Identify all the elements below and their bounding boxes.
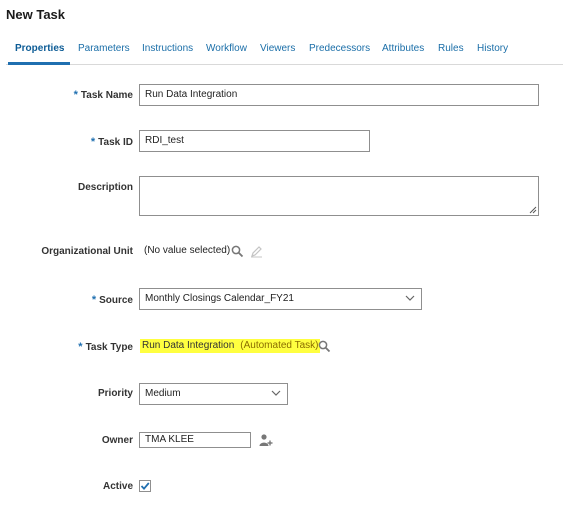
task-type-name: Run Data Integration xyxy=(142,340,235,351)
source-label: * Source xyxy=(92,294,133,306)
task-name-input[interactable]: Run Data Integration xyxy=(139,84,539,106)
description-textarea[interactable] xyxy=(139,176,539,216)
task-name-label-text: Task Name xyxy=(80,90,133,101)
tab-rules[interactable]: Rules xyxy=(438,43,464,54)
required-marker: * xyxy=(90,136,96,148)
required-marker: * xyxy=(78,341,83,353)
tab-workflow[interactable]: Workflow xyxy=(206,43,247,54)
task-id-input[interactable]: RDI_test xyxy=(139,130,370,152)
source-select[interactable]: Monthly Closings Calendar_FY21 xyxy=(139,288,422,310)
required-marker: * xyxy=(91,294,97,306)
tab-bar: Properties Parameters Instructions Workf… xyxy=(0,36,563,64)
source-select-value: Monthly Closings Calendar_FY21 xyxy=(145,293,294,304)
task-type-qualifier: (Automated Task) xyxy=(240,340,319,351)
org-unit-value: (No value selected) xyxy=(144,245,231,256)
priority-select-value: Medium xyxy=(145,388,181,399)
owner-label: Owner xyxy=(101,435,133,446)
tab-properties[interactable]: Properties xyxy=(15,43,64,54)
priority-label: Priority xyxy=(97,388,133,399)
tab-viewers[interactable]: Viewers xyxy=(260,43,295,54)
task-id-label: * Task ID xyxy=(91,136,133,148)
task-id-label-text: Task ID xyxy=(98,137,133,148)
owner-input[interactable]: TMA KLEE xyxy=(139,432,251,448)
edit-icon xyxy=(251,246,262,258)
tab-predecessors[interactable]: Predecessors xyxy=(309,43,370,54)
task-type-label-text: Task Type xyxy=(85,342,133,353)
chevron-down-icon[interactable] xyxy=(271,389,281,397)
resize-handle-icon[interactable] xyxy=(529,206,537,214)
task-name-label: * Task Name xyxy=(74,89,133,101)
add-user-icon[interactable] xyxy=(259,433,273,447)
tab-attributes[interactable]: Attributes xyxy=(382,43,424,54)
active-checkbox[interactable] xyxy=(139,480,151,492)
active-label: Active xyxy=(102,481,133,492)
active-tab-indicator xyxy=(8,62,70,65)
search-icon[interactable] xyxy=(318,340,331,353)
source-label-text: Source xyxy=(99,295,133,306)
required-marker: * xyxy=(73,89,78,101)
page-title: New Task xyxy=(6,7,66,22)
task-type-label: * Task Type xyxy=(78,341,133,353)
description-label: Description xyxy=(77,182,133,193)
task-type-value: Run Data Integration (Automated Task) xyxy=(140,339,321,353)
search-icon[interactable] xyxy=(231,245,244,258)
priority-select[interactable]: Medium xyxy=(139,383,288,405)
org-unit-label: Organizational Unit xyxy=(41,246,133,257)
tab-history[interactable]: History xyxy=(477,43,508,54)
tab-divider xyxy=(6,64,563,65)
tab-instructions[interactable]: Instructions xyxy=(142,43,193,54)
tab-parameters[interactable]: Parameters xyxy=(78,43,130,54)
chevron-down-icon[interactable] xyxy=(405,294,415,302)
